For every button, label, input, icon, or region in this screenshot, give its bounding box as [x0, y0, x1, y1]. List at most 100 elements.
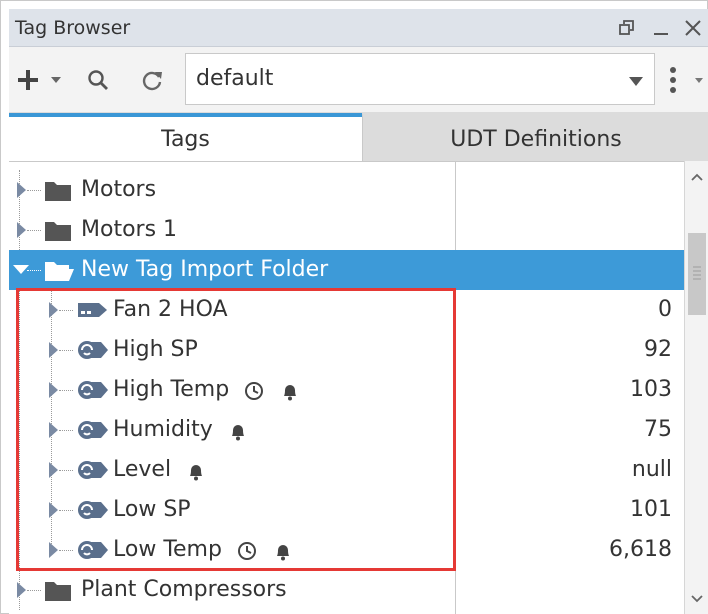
expand-arrow-right-icon[interactable] — [49, 382, 58, 398]
tree-row-label: Motors 1 — [81, 217, 178, 242]
tree-connector-line — [27, 590, 41, 591]
tree-connector-line — [59, 510, 73, 511]
tree-row[interactable]: Motors — [9, 170, 684, 210]
tree-row-label: High SP — [113, 337, 198, 362]
tree-row[interactable]: Motors 1 — [9, 210, 684, 250]
tree-connector-line — [59, 350, 73, 351]
expand-arrow-right-icon[interactable] — [49, 462, 58, 478]
tree-row[interactable]: High Temp 103 — [9, 370, 684, 410]
scrollbar-thumb[interactable] — [688, 233, 706, 315]
tree-connector-line — [59, 390, 73, 391]
tag-tree: Motors Motors 1 New Tag Import Folder Fan 2… — [9, 161, 684, 614]
tag-browser-window: Tag Browser default Tags UDT Definitions… — [0, 0, 708, 614]
opc-tag-icon — [75, 337, 111, 367]
alarm-bell-icon — [279, 380, 301, 406]
tag-value: 101 — [630, 497, 672, 522]
tab-bar: Tags UDT Definitions — [9, 113, 708, 161]
vertical-ellipsis-icon[interactable] — [667, 65, 679, 95]
tag-value-cell[interactable] — [456, 250, 684, 290]
alarm-bell-icon — [272, 540, 294, 566]
tree-connector-line — [59, 470, 73, 471]
tab-tags-label: Tags — [161, 126, 210, 152]
tree-row-label: New Tag Import Folder — [81, 257, 329, 282]
history-icon — [243, 380, 265, 406]
memory-tag-icon — [75, 297, 111, 327]
tag-value: 6,618 — [609, 537, 672, 562]
tag-value: null — [631, 457, 672, 482]
toolbar: default — [9, 47, 708, 113]
tree-row[interactable]: Plant Compressors — [9, 570, 684, 610]
tree-row-label: Motors — [81, 177, 157, 202]
scroll-up-arrow-icon[interactable] — [685, 165, 708, 189]
tree-connector-line — [59, 310, 73, 311]
history-icon — [236, 540, 258, 566]
tab-tags[interactable]: Tags — [9, 113, 362, 161]
close-icon[interactable] — [681, 15, 705, 41]
alarm-bell-icon — [185, 460, 207, 486]
alarm-bell-icon — [227, 420, 249, 446]
tag-value-cell[interactable]: null — [456, 450, 684, 490]
opc-tag-icon — [75, 497, 111, 527]
tree-row[interactable]: Level null — [9, 450, 684, 490]
expand-arrow-right-icon[interactable] — [49, 302, 58, 318]
tree-row-label: Fan 2 HOA — [113, 297, 228, 322]
plus-icon[interactable] — [15, 67, 41, 93]
tag-value-cell[interactable] — [456, 170, 684, 210]
tree-connector-line — [27, 270, 41, 271]
tree-row-label: Humidity — [113, 417, 213, 442]
minimize-icon[interactable] — [649, 15, 673, 41]
vertical-scrollbar[interactable] — [684, 161, 708, 614]
tab-udt-definitions-label: UDT Definitions — [450, 126, 622, 152]
tag-value: 92 — [644, 337, 672, 362]
opc-tag-icon — [75, 417, 111, 447]
opc-tag-icon — [75, 377, 111, 407]
tree-row[interactable]: Low SP 101 — [9, 490, 684, 530]
opc-tag-icon — [75, 537, 111, 567]
expand-arrow-right-icon[interactable] — [49, 502, 58, 518]
tree-row-label: Plant Compressors — [81, 577, 287, 602]
tree-row[interactable]: High SP 92 — [9, 330, 684, 370]
tree-row[interactable]: New Tag Import Folder — [9, 250, 684, 290]
tag-value: 75 — [644, 417, 672, 442]
expand-arrow-right-icon[interactable] — [49, 422, 58, 438]
expand-arrow-right-icon[interactable] — [17, 222, 26, 238]
scroll-down-arrow-icon[interactable] — [685, 587, 708, 611]
tree-row[interactable]: Humidity 75 — [9, 410, 684, 450]
tag-value-cell[interactable]: 6,618 — [456, 530, 684, 570]
tree-row[interactable]: Low Temp 6,618 — [9, 530, 684, 570]
expand-arrow-right-icon[interactable] — [49, 342, 58, 358]
folder-icon — [43, 217, 73, 247]
tag-value-cell[interactable]: 103 — [456, 370, 684, 410]
dropdown-arrow-icon[interactable] — [628, 72, 644, 91]
tree-row-label: Low Temp — [113, 537, 222, 562]
tag-value-cell[interactable] — [456, 210, 684, 250]
tag-value-cell[interactable] — [456, 570, 684, 610]
refresh-icon[interactable] — [139, 67, 165, 93]
expand-arrow-right-icon[interactable] — [17, 182, 26, 198]
title-bar[interactable]: Tag Browser — [9, 9, 708, 47]
tag-value-cell[interactable]: 75 — [456, 410, 684, 450]
open-folder-icon — [43, 257, 75, 287]
tag-value-cell[interactable]: 101 — [456, 490, 684, 530]
opc-tag-icon — [75, 457, 111, 487]
tree-row-label: High Temp — [113, 377, 230, 402]
tag-value-cell[interactable]: 0 — [456, 290, 684, 330]
window-title: Tag Browser — [15, 17, 131, 39]
expand-arrow-right-icon[interactable] — [49, 542, 58, 558]
tag-provider-value: default — [196, 66, 274, 91]
restore-window-icon[interactable] — [615, 15, 639, 41]
folder-icon — [43, 577, 73, 607]
expand-arrow-right-icon[interactable] — [17, 582, 26, 598]
tree-connector-line — [27, 190, 41, 191]
search-icon[interactable] — [85, 67, 111, 93]
tree-row[interactable]: Fan 2 HOA 0 — [9, 290, 684, 330]
tree-row-label: Level — [113, 457, 172, 482]
add-dropdown-chevron-down-icon[interactable] — [49, 73, 63, 87]
tree-connector-line — [59, 550, 73, 551]
folder-icon — [43, 177, 73, 207]
tab-udt-definitions[interactable]: UDT Definitions — [362, 113, 708, 161]
more-chevron-down-icon[interactable] — [693, 75, 705, 85]
tree-row-label: Low SP — [113, 497, 191, 522]
tag-provider-select[interactable]: default — [185, 53, 655, 105]
tag-value-cell[interactable]: 92 — [456, 330, 684, 370]
